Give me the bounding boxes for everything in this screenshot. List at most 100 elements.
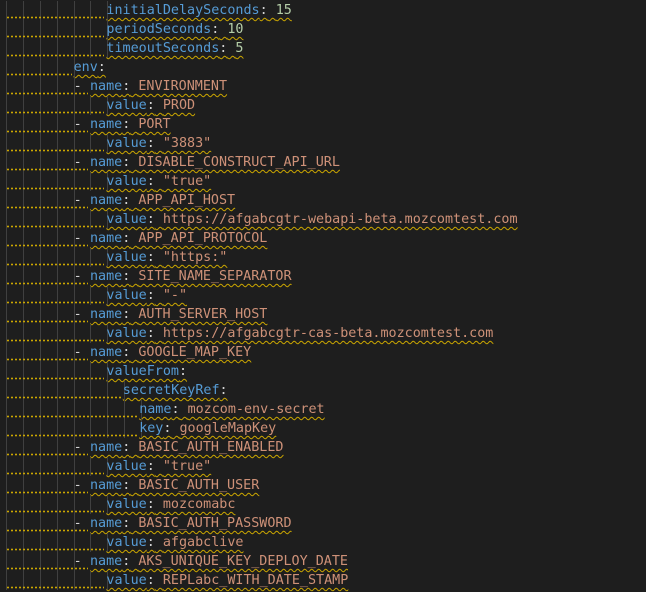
yaml-key: value xyxy=(106,98,147,113)
yaml-entry: value: PROD xyxy=(106,96,195,115)
yaml-entry: value: REPLabc_WITH_DATE_STAMP xyxy=(106,571,348,590)
yaml-value: APP_API_PROTOCOL xyxy=(138,231,268,246)
yaml-value: GOOGLE_MAP_KEY xyxy=(138,345,252,360)
yaml-key: name xyxy=(90,307,123,322)
yaml-key: value xyxy=(106,250,147,265)
code-line: value: "-" xyxy=(0,286,646,305)
code-line: key: googleMapKey xyxy=(0,419,646,438)
yaml-value: BASIC_AUTH_ENABLED xyxy=(138,440,284,455)
code-line: value: "true" xyxy=(0,457,646,476)
warning-squiggle xyxy=(6,548,105,551)
yaml-key: value xyxy=(106,212,147,227)
yaml-entry: value: https://afgabcgtr-webapi-beta.moz… xyxy=(106,210,517,229)
yaml-value: "https:" xyxy=(162,250,228,265)
colon: : xyxy=(97,60,106,75)
yaml-entry: name: AUTH_SERVER_HOST xyxy=(90,305,267,324)
code-line: - name: APP_API_HOST xyxy=(0,191,646,210)
yaml-entry: value: "true" xyxy=(106,172,211,191)
yaml-key: name xyxy=(139,402,172,417)
code-line: value: https://afgabcgtr-cas-beta.mozcom… xyxy=(0,324,646,343)
yaml-value: BASIC_AUTH_PASSWORD xyxy=(138,516,292,531)
yaml-value: DISABLE_CONSTRUCT_API_URL xyxy=(138,155,340,170)
code-line: value: afgabclive xyxy=(0,533,646,552)
yaml-entry: name: BASIC_AUTH_ENABLED xyxy=(90,438,284,457)
yaml-value: https://afgabcgtr-webapi-beta.mozcomtest… xyxy=(162,212,518,227)
yaml-key: env xyxy=(73,60,98,75)
yaml-value: https://afgabcgtr-cas-beta.mozcomtest.co… xyxy=(162,326,494,341)
yaml-entry: name: DISABLE_CONSTRUCT_API_URL xyxy=(90,153,340,172)
yaml-key: secretKeyRef xyxy=(122,383,220,398)
yaml-entry: value: "https:" xyxy=(106,248,227,267)
yaml-entry: name: APP_API_HOST xyxy=(90,191,235,210)
colon: : xyxy=(171,402,180,417)
code-line: timeoutSeconds: 5 xyxy=(0,39,646,58)
yaml-editor[interactable]: initialDelaySeconds: 15 periodSeconds: 10… xyxy=(0,0,646,592)
code-line: value: REPLabc_WITH_DATE_STAMP xyxy=(0,571,646,590)
colon: : xyxy=(146,212,155,227)
yaml-entry: value: https://afgabcgtr-cas-beta.mozcom… xyxy=(106,324,493,343)
yaml-entry: name: SITE_NAME_SEPARATOR xyxy=(90,267,292,286)
colon: : xyxy=(146,459,155,474)
code-line: - name: APP_API_PROTOCOL xyxy=(0,229,646,248)
colon: : xyxy=(146,535,155,550)
list-dash: - xyxy=(73,193,82,208)
list-dash: - xyxy=(73,155,82,170)
yaml-entry: name: BASIC_AUTH_USER xyxy=(90,476,259,495)
yaml-value: APP_API_HOST xyxy=(138,193,236,208)
warning-squiggle xyxy=(6,225,105,228)
yaml-key: periodSeconds xyxy=(106,22,212,37)
yaml-value: ENVIRONMENT xyxy=(138,79,228,94)
code-line: - name: BASIC_AUTH_ENABLED xyxy=(0,438,646,457)
yaml-key: valueFrom xyxy=(106,364,179,379)
yaml-value: 10 xyxy=(227,22,244,37)
yaml-key: name xyxy=(90,478,123,493)
yaml-key: value xyxy=(106,459,147,474)
warning-squiggle xyxy=(6,16,105,19)
list-dash: - xyxy=(73,516,82,531)
yaml-value: REPLabc_WITH_DATE_STAMP xyxy=(162,573,349,588)
yaml-key: name xyxy=(90,269,123,284)
yaml-entry: periodSeconds: 10 xyxy=(106,20,243,39)
yaml-entry: value: "3883" xyxy=(106,134,211,153)
yaml-value: BASIC_AUTH_USER xyxy=(138,478,260,493)
yaml-value: PROD xyxy=(162,98,196,113)
yaml-value: mozcomabc xyxy=(162,497,236,512)
colon: : xyxy=(146,174,155,189)
code-line: env: xyxy=(0,58,646,77)
yaml-value: 5 xyxy=(235,41,244,56)
warning-squiggle xyxy=(6,415,138,418)
code-line: - name: AKS_UNIQUE_KEY_DEPLOY_DATE xyxy=(0,552,646,571)
code-line: value: "true" xyxy=(0,172,646,191)
warning-squiggle xyxy=(6,111,105,114)
list-dash: - xyxy=(73,307,82,322)
colon: : xyxy=(146,288,155,303)
warning-squiggle xyxy=(6,586,105,589)
yaml-entry: name: GOOGLE_MAP_KEY xyxy=(90,343,251,362)
yaml-entry: secretKeyRef: xyxy=(123,381,228,400)
code-line: - name: AUTH_SERVER_HOST xyxy=(0,305,646,324)
code-line: value: mozcomabc xyxy=(0,495,646,514)
yaml-entry: valueFrom: xyxy=(106,362,187,381)
warning-squiggle xyxy=(6,377,105,380)
yaml-key: value xyxy=(106,573,147,588)
code-line: valueFrom: xyxy=(0,362,646,381)
yaml-value: AKS_UNIQUE_KEY_DEPLOY_DATE xyxy=(138,554,348,569)
colon: : xyxy=(178,364,188,379)
yaml-key: name xyxy=(90,193,123,208)
yaml-key: name xyxy=(90,231,123,246)
yaml-value: SITE_NAME_SEPARATOR xyxy=(138,269,292,284)
warning-squiggle xyxy=(6,35,105,38)
yaml-value: 15 xyxy=(275,3,292,18)
yaml-key: value xyxy=(106,326,147,341)
warning-squiggle xyxy=(6,510,105,513)
warning-squiggle xyxy=(6,187,105,190)
yaml-key: value xyxy=(106,535,147,550)
code-line: value: "https:" xyxy=(0,248,646,267)
list-dash: - xyxy=(73,554,82,569)
